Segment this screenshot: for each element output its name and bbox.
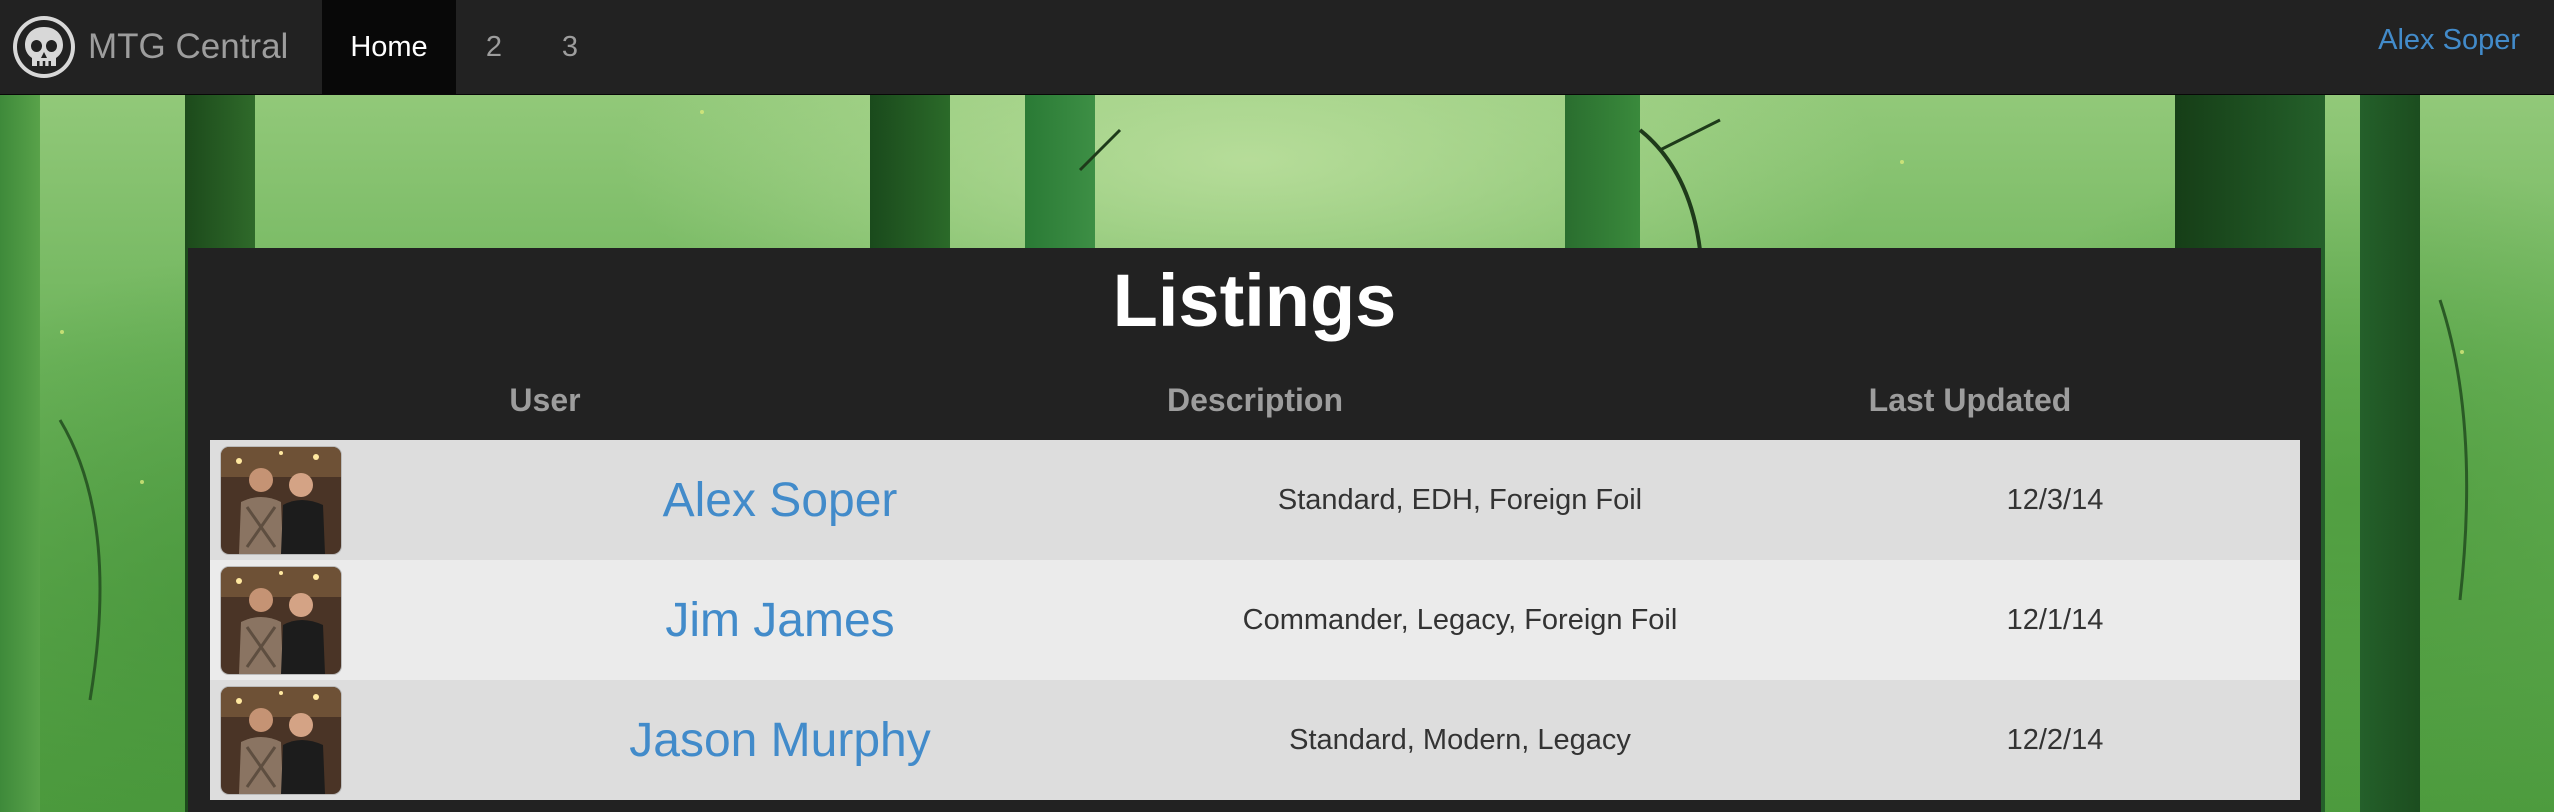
current-user-link[interactable]: Alex Soper [2378,0,2520,80]
speck [700,110,704,114]
user-avatar[interactable] [221,687,341,794]
table-row[interactable]: Jim James Commander, Legacy, Foreign Foi… [210,560,2300,680]
speck [140,480,144,484]
table-row[interactable]: Alex Soper Standard, EDH, Foreign Foil 1… [210,440,2300,560]
top-navbar: MTG Central Home 2 3 Alex Soper [0,0,2554,95]
nav-page-2[interactable]: 2 [456,0,532,94]
column-header-user: User [509,382,581,418]
speck [2460,350,2464,354]
skull-icon [13,16,75,78]
user-avatar[interactable] [221,447,341,554]
column-header-last-updated: Last Updated [1868,382,2072,418]
user-avatar[interactable] [221,567,341,674]
speck [1900,160,1904,164]
nav-page-3[interactable]: 3 [532,0,608,94]
listing-last-updated: 12/3/14 [2006,483,2104,516]
table-row[interactable]: Jason Murphy Standard, Modern, Legacy 12… [210,680,2300,800]
speck [60,330,64,334]
brand-name: MTG Central [88,27,289,66]
page-title: Listings [1112,259,1397,342]
listings-table: Alex Soper Standard, EDH, Foreign Foil 1… [210,440,2300,800]
listing-last-updated: 12/1/14 [2006,603,2104,636]
column-header-description: Description [1166,382,1344,418]
brand-link[interactable]: MTG Central [12,12,288,82]
nav-home[interactable]: Home [322,0,456,94]
listing-last-updated: 12/2/14 [2006,723,2104,756]
